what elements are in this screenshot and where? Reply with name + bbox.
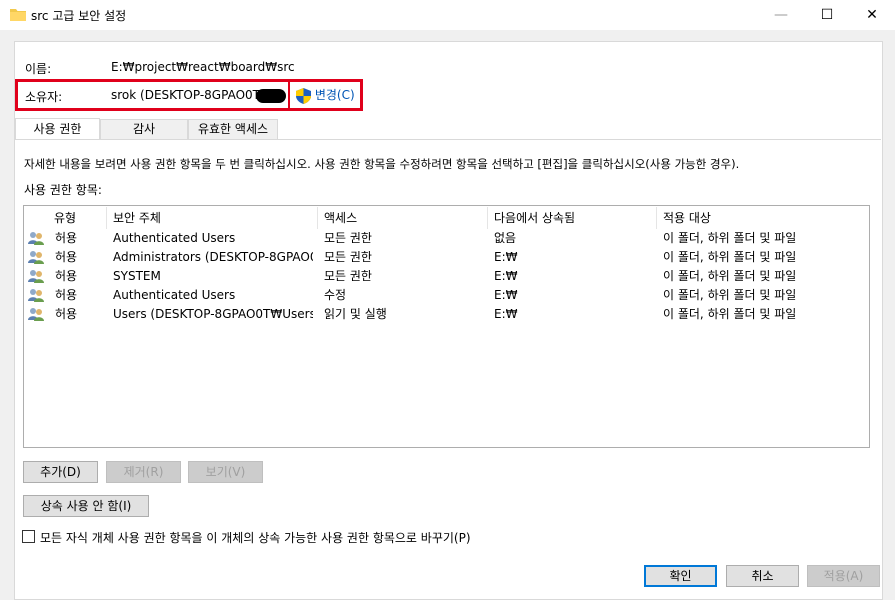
- cell-inherited: E:₩: [494, 307, 518, 321]
- owner-value: srok (DESKTOP-8GPAO0T₩: [111, 88, 272, 102]
- cell-applies: 이 폴더, 하위 폴더 및 파일: [663, 269, 797, 283]
- cell-access: 모든 권한: [324, 269, 372, 283]
- tab-effective-access[interactable]: 유효한 액세스: [188, 119, 278, 139]
- users-icon: [28, 308, 44, 321]
- cell-principal: Authenticated Users: [113, 231, 236, 245]
- column-header-type[interactable]: 유형: [48, 207, 107, 229]
- cell-type: 허용: [55, 269, 78, 283]
- table-row[interactable]: 허용 Administrators (DESKTOP-8GPAO0... 모든 …: [25, 248, 868, 267]
- folder-icon: [10, 9, 26, 21]
- column-header-principal[interactable]: 보안 주체: [107, 207, 318, 229]
- cell-applies: 이 폴더, 하위 폴더 및 파일: [663, 250, 797, 264]
- column-header-applies-to[interactable]: 적용 대상: [657, 207, 817, 229]
- cell-access: 모든 권한: [324, 250, 372, 264]
- users-icon: [28, 270, 44, 283]
- apply-button[interactable]: 적용(A): [807, 565, 880, 587]
- cell-inherited: E:₩: [494, 269, 518, 283]
- cell-type: 허용: [55, 231, 78, 245]
- cell-inherited: 없음: [494, 231, 517, 245]
- replace-permissions-label: 모든 자식 개체 사용 권한 항목을 이 개체의 상속 가능한 사용 권한 항목…: [40, 531, 471, 545]
- name-value: E:₩project₩react₩board₩src: [111, 60, 295, 74]
- cell-principal: SYSTEM: [113, 269, 161, 283]
- cell-type: 허용: [55, 307, 78, 321]
- column-header-inherited[interactable]: 다음에서 상속됨: [488, 207, 657, 229]
- redacted-mark: [256, 89, 286, 103]
- table-row[interactable]: 허용 Authenticated Users 모든 권한 없음 이 폴더, 하위…: [25, 229, 868, 248]
- owner-label: 소유자:: [25, 90, 63, 104]
- ok-button[interactable]: 확인: [644, 565, 717, 587]
- cell-access: 모든 권한: [324, 231, 372, 245]
- users-icon: [28, 232, 44, 245]
- table-row[interactable]: 허용 SYSTEM 모든 권한 E:₩ 이 폴더, 하위 폴더 및 파일: [25, 267, 868, 286]
- users-icon: [28, 289, 44, 302]
- remove-button[interactable]: 제거(R): [106, 461, 181, 483]
- view-button[interactable]: 보기(V): [188, 461, 263, 483]
- table-row[interactable]: 허용 Authenticated Users 수정 E:₩ 이 폴더, 하위 폴…: [25, 286, 868, 305]
- cell-inherited: E:₩: [494, 288, 518, 302]
- cell-type: 허용: [55, 288, 78, 302]
- users-icon: [28, 251, 44, 264]
- cell-principal: Users (DESKTOP-8GPAO0T₩Users): [113, 307, 313, 321]
- cell-principal: Authenticated Users: [113, 288, 236, 302]
- permissions-list[interactable]: 유형 보안 주체 액세스 다음에서 상속됨 적용 대상 허용 Authentic…: [23, 205, 870, 448]
- close-button[interactable]: ✕: [849, 0, 895, 30]
- change-owner-link[interactable]: 변경(C): [296, 86, 355, 104]
- tab-permissions[interactable]: 사용 권한: [15, 118, 100, 139]
- cell-access: 수정: [324, 288, 347, 302]
- change-owner-label: 변경(C): [314, 88, 355, 102]
- instructions-text: 자세한 내용을 보려면 사용 권한 항목을 두 번 클릭하십시오. 사용 권한 …: [24, 157, 740, 171]
- cell-applies: 이 폴더, 하위 폴더 및 파일: [663, 288, 797, 302]
- add-button[interactable]: 추가(D): [23, 461, 98, 483]
- minimize-button[interactable]: —: [758, 0, 804, 30]
- table-row[interactable]: 허용 Users (DESKTOP-8GPAO0T₩Users) 읽기 및 실행…: [25, 305, 868, 324]
- title-bar: src 고급 보안 설정 — ☐ ✕: [0, 0, 895, 30]
- cell-applies: 이 폴더, 하위 폴더 및 파일: [663, 231, 797, 245]
- uac-shield-icon: [296, 87, 311, 104]
- tab-auditing[interactable]: 감사: [100, 119, 188, 139]
- cancel-button[interactable]: 취소: [726, 565, 799, 587]
- cell-access: 읽기 및 실행: [324, 307, 387, 321]
- tab-divider: [15, 139, 881, 140]
- cell-applies: 이 폴더, 하위 폴더 및 파일: [663, 307, 797, 321]
- maximize-button[interactable]: ☐: [804, 0, 850, 30]
- cell-type: 허용: [55, 250, 78, 264]
- replace-permissions-checkbox[interactable]: [22, 530, 35, 543]
- disable-inheritance-button[interactable]: 상속 사용 안 함(I): [23, 495, 149, 517]
- highlight-divider: [288, 80, 290, 110]
- entries-label: 사용 권한 항목:: [24, 183, 102, 197]
- name-label: 이름:: [25, 62, 52, 76]
- cell-inherited: E:₩: [494, 250, 518, 264]
- column-header-access[interactable]: 액세스: [318, 207, 488, 229]
- window-title: src 고급 보안 설정: [31, 9, 127, 23]
- cell-principal: Administrators (DESKTOP-8GPAO0...: [113, 250, 313, 264]
